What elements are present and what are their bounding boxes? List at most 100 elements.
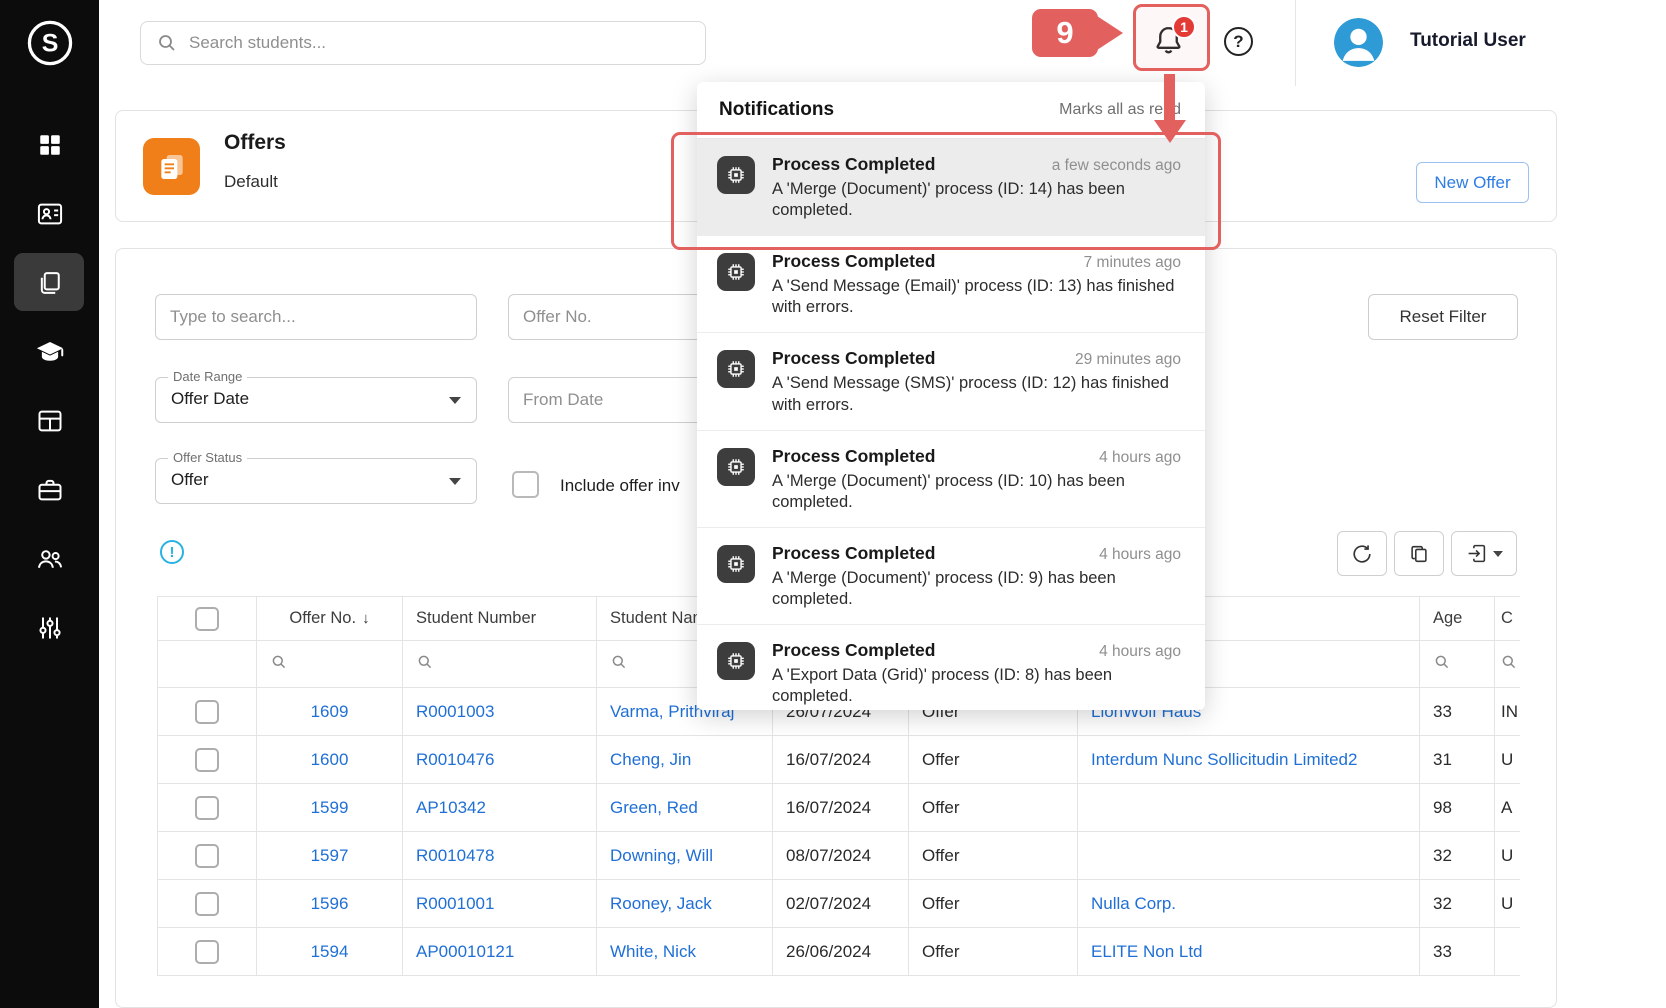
student-number-link[interactable]: AP10342 xyxy=(416,798,486,817)
briefcase-icon xyxy=(36,476,64,504)
organisation-link[interactable]: Nulla Corp. xyxy=(1091,894,1176,913)
offer-number-link[interactable]: 1594 xyxy=(311,942,349,961)
organisation-link[interactable]: ELITE Non Ltd xyxy=(1091,942,1203,961)
row-checkbox[interactable] xyxy=(195,892,219,916)
student-name-link[interactable]: Downing, Will xyxy=(610,846,713,865)
row-checkbox[interactable] xyxy=(195,700,219,724)
offer-number-link[interactable]: 1600 xyxy=(311,750,349,769)
column-header-student-number[interactable]: Student Number xyxy=(403,597,597,641)
notification-title: Process Completed xyxy=(772,640,935,661)
notification-body: A 'Merge (Document)' process (ID: 10) ha… xyxy=(772,471,1181,513)
new-offer-button[interactable]: New Offer xyxy=(1416,162,1529,203)
export-button[interactable] xyxy=(1451,531,1517,576)
user-avatar[interactable] xyxy=(1334,18,1383,67)
search-icon xyxy=(417,654,433,670)
notification-item[interactable]: Process Completed 29 minutes ago A 'Send… xyxy=(697,333,1205,430)
notification-body: A 'Export Data (Grid)' process (ID: 8) h… xyxy=(772,665,1181,707)
app-logo[interactable]: S xyxy=(0,0,99,86)
grid-icon xyxy=(37,132,63,158)
grid-search-input[interactable] xyxy=(155,294,477,340)
notification-content: Process Completed 4 hours ago A 'Merge (… xyxy=(772,446,1181,513)
offer-date-cell: 26/06/2024 xyxy=(773,928,909,976)
age-cell: 33 xyxy=(1420,688,1495,736)
search-input[interactable] xyxy=(189,33,649,53)
notification-body: A 'Send Message (SMS)' process (ID: 12) … xyxy=(772,373,1181,415)
offer-number-link[interactable]: 1609 xyxy=(311,702,349,721)
layout-icon xyxy=(36,407,64,435)
row-checkbox[interactable] xyxy=(195,796,219,820)
user-name[interactable]: Tutorial User xyxy=(1410,30,1526,52)
notification-item[interactable]: Process Completed 4 hours ago A 'Export … xyxy=(697,625,1205,710)
row-checkbox[interactable] xyxy=(195,940,219,964)
student-number-link[interactable]: R0001003 xyxy=(416,702,494,721)
column-filter-age[interactable] xyxy=(1420,641,1495,688)
notification-content: Process Completed 4 hours ago A 'Merge (… xyxy=(772,543,1181,610)
sidebar-item-offers-active[interactable] xyxy=(0,248,99,317)
header-divider xyxy=(1295,0,1296,86)
annotation-arrow-right-icon xyxy=(1097,16,1123,50)
status-cell: Offer xyxy=(909,880,1078,928)
student-name-link[interactable]: Cheng, Jin xyxy=(610,750,691,769)
include-offer-checkbox[interactable] xyxy=(512,471,539,498)
sidebar-item-jobs[interactable] xyxy=(0,455,99,524)
table-row: 1596 R0001001 Rooney, Jack 02/07/2024 Of… xyxy=(158,880,1521,928)
row-checkbox[interactable] xyxy=(195,748,219,772)
student-name-link[interactable]: Rooney, Jack xyxy=(610,894,712,913)
sidebar-item-agents[interactable] xyxy=(0,524,99,593)
column-filter-offer-no[interactable] xyxy=(257,641,403,688)
date-range-select[interactable]: Date Range Offer Date xyxy=(155,377,477,423)
search-icon xyxy=(1501,654,1517,670)
notification-body: A 'Merge (Document)' process (ID: 9) has… xyxy=(772,568,1181,610)
offer-number-link[interactable]: 1597 xyxy=(311,846,349,865)
column-header-age[interactable]: Age xyxy=(1420,597,1495,641)
date-range-value: Offer Date xyxy=(171,389,249,409)
row-checkbox[interactable] xyxy=(195,844,219,868)
select-all-checkbox[interactable] xyxy=(195,607,219,631)
notification-item[interactable]: Process Completed 4 hours ago A 'Merge (… xyxy=(697,431,1205,528)
refresh-button[interactable] xyxy=(1337,531,1387,576)
student-name-link[interactable]: Green, Red xyxy=(610,798,698,817)
column-header-country[interactable]: C xyxy=(1495,597,1521,641)
sidebar-item-education[interactable] xyxy=(0,317,99,386)
student-number-link[interactable]: AP00010121 xyxy=(416,942,514,961)
offer-status-value: Offer xyxy=(171,470,208,490)
include-offer-label: Include offer inv xyxy=(560,476,680,496)
notification-time: 4 hours ago xyxy=(1099,546,1181,564)
sidebar-item-dashboard[interactable] xyxy=(0,110,99,179)
document-stack-icon xyxy=(156,151,188,183)
column-header-offer-no[interactable]: Offer No.↓ xyxy=(257,597,403,641)
sidebar-item-boards[interactable] xyxy=(0,386,99,455)
status-cell: Offer xyxy=(909,928,1078,976)
organisation-link[interactable]: Interdum Nunc Sollicitudin Limited2 xyxy=(1091,750,1357,769)
offer-number-link[interactable]: 1599 xyxy=(311,798,349,817)
student-name-link[interactable]: White, Nick xyxy=(610,942,696,961)
student-number-link[interactable]: R0010476 xyxy=(416,750,494,769)
offer-number-link[interactable]: 1596 xyxy=(311,894,349,913)
student-number-link[interactable]: R0001001 xyxy=(416,894,494,913)
column-filter-country[interactable] xyxy=(1495,641,1521,688)
notification-content: Process Completed 29 minutes ago A 'Send… xyxy=(772,348,1181,415)
country-cell: A xyxy=(1495,784,1521,832)
sidebar-item-contacts[interactable] xyxy=(0,179,99,248)
chevron-down-icon xyxy=(449,478,461,485)
people-icon xyxy=(36,545,64,573)
help-button[interactable]: ? xyxy=(1224,27,1253,56)
process-chip-icon xyxy=(717,642,755,680)
notification-item[interactable]: Process Completed 7 minutes ago A 'Send … xyxy=(697,236,1205,333)
export-icon xyxy=(1466,543,1487,564)
info-icon: ! xyxy=(160,540,184,564)
student-number-link[interactable]: R0010478 xyxy=(416,846,494,865)
age-cell: 33 xyxy=(1420,928,1495,976)
copy-button[interactable] xyxy=(1394,531,1444,576)
table-row: 1599 AP10342 Green, Red 16/07/2024 Offer… xyxy=(158,784,1521,832)
reset-filter-button[interactable]: Reset Filter xyxy=(1368,294,1518,340)
student-search xyxy=(140,21,706,65)
notification-item[interactable]: Process Completed 4 hours ago A 'Merge (… xyxy=(697,528,1205,625)
sidebar-item-settings[interactable] xyxy=(0,593,99,662)
mark-all-as-read-link[interactable]: Marks all as read xyxy=(1059,101,1181,119)
process-chip-icon xyxy=(717,545,755,583)
status-cell: Offer xyxy=(909,784,1078,832)
column-filter-student-number[interactable] xyxy=(403,641,597,688)
offer-status-select[interactable]: Offer Status Offer xyxy=(155,458,477,504)
annotation-highlight-box-notification xyxy=(671,132,1221,250)
